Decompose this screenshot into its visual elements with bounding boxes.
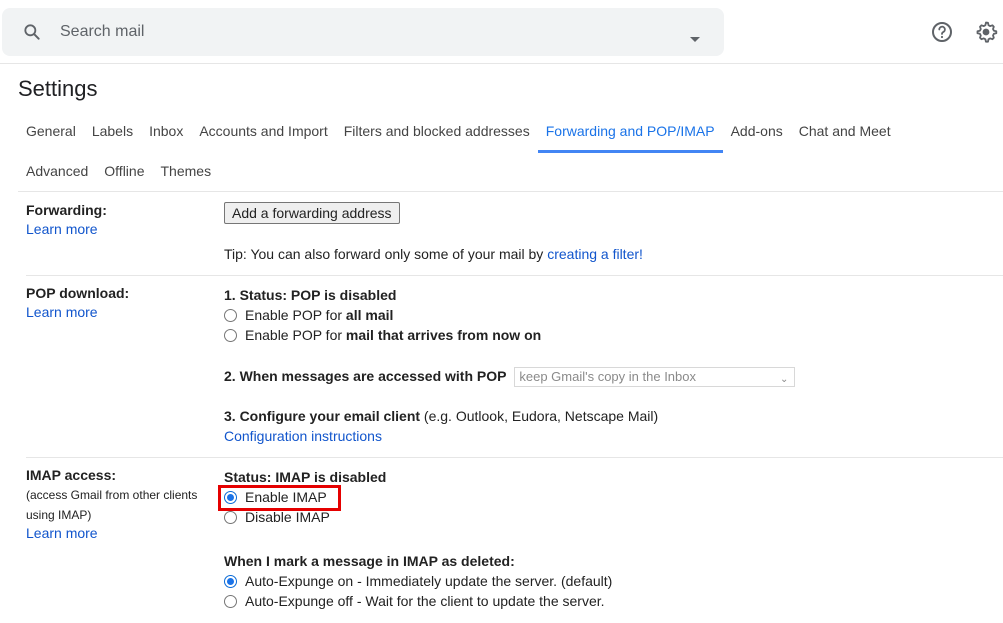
- tab-add-ons[interactable]: Add-ons: [723, 111, 791, 151]
- section-divider: [26, 275, 1003, 276]
- pop-when-accessed-row: 2. When messages are accessed with POP k…: [224, 366, 984, 388]
- pop-option1-bold: all mail: [345, 307, 394, 323]
- tab-accounts-and-import[interactable]: Accounts and Import: [191, 111, 335, 151]
- pop-when-accessed-label: 2. When messages are accessed with POP: [224, 368, 507, 384]
- pop-from-now-option[interactable]: Enable POP for mail that arrives from no…: [224, 325, 984, 345]
- imap-access-label: IMAP access:: [26, 467, 117, 483]
- pop-configure-row: 3. Configure your email client (e.g. Out…: [224, 406, 984, 426]
- search-options-caret-icon[interactable]: [690, 37, 700, 42]
- imap-access-description: (access Gmail from other clients using I…: [26, 488, 198, 522]
- search-icon[interactable]: [22, 22, 42, 42]
- add-forwarding-address-button[interactable]: Add a forwarding address: [224, 202, 400, 224]
- enable-imap-label: Enable IMAP: [245, 489, 327, 505]
- pop-option2-text: Enable POP for: [245, 327, 343, 343]
- auto-expunge-off-radio[interactable]: [224, 594, 237, 608]
- tab-offline[interactable]: Offline: [96, 151, 152, 191]
- tip-text: Tip: You can also forward only some of y…: [224, 246, 548, 262]
- help-icon[interactable]: [930, 20, 954, 44]
- auto-expunge-off-label: Auto-Expunge off - Wait for the client t…: [245, 593, 605, 609]
- search-input[interactable]: [60, 20, 660, 44]
- pop-configure-label: 3. Configure your email client: [224, 408, 421, 424]
- enable-imap-option[interactable]: Enable IMAP: [224, 487, 984, 507]
- tab-forwarding-and-pop-imap[interactable]: Forwarding and POP/IMAP: [537, 111, 723, 153]
- pop-action-select-value: keep Gmail's copy in the Inbox: [519, 369, 696, 385]
- pop-option1-text: Enable POP for: [245, 307, 343, 323]
- settings-tabs-row-1: General Labels Inbox Accounts and Import…: [18, 111, 899, 153]
- top-bar: [0, 0, 1003, 64]
- chevron-down-icon: ⌄: [779, 374, 789, 386]
- imap-deleted-heading: When I mark a message in IMAP as deleted…: [224, 553, 515, 569]
- pop-action-select[interactable]: keep Gmail's copy in the Inbox ⌄: [514, 367, 796, 388]
- page-title: Settings: [18, 76, 98, 101]
- disable-imap-option[interactable]: Disable IMAP: [224, 507, 984, 527]
- pop-from-now-radio[interactable]: [224, 328, 237, 342]
- imap-learn-more-link[interactable]: Learn more: [26, 525, 216, 541]
- auto-expunge-on-radio[interactable]: [224, 574, 237, 588]
- forwarding-tip: Tip: You can also forward only some of y…: [224, 244, 984, 264]
- tab-inbox[interactable]: Inbox: [141, 111, 191, 151]
- tab-chat-and-meet[interactable]: Chat and Meet: [791, 111, 899, 151]
- tab-filters-and-blocked-addresses[interactable]: Filters and blocked addresses: [336, 111, 538, 151]
- disable-imap-label: Disable IMAP: [245, 509, 330, 525]
- pop-learn-more-link[interactable]: Learn more: [26, 304, 216, 320]
- forwarding-label: Forwarding:: [26, 202, 107, 218]
- auto-expunge-on-option[interactable]: Auto-Expunge on - Immediately update the…: [224, 571, 984, 591]
- pop-option2-bold: mail that arrives from now on: [345, 327, 542, 343]
- disable-imap-radio[interactable]: [224, 510, 237, 524]
- section-divider: [26, 457, 1003, 458]
- tabs-divider: [18, 191, 1003, 192]
- settings-gear-icon[interactable]: [974, 20, 998, 44]
- auto-expunge-on-label: Auto-Expunge on - Immediately update the…: [245, 573, 613, 589]
- pop-all-mail-radio[interactable]: [224, 308, 237, 322]
- creating-filter-link[interactable]: creating a filter!: [547, 246, 643, 262]
- imap-status: Status: IMAP is disabled: [224, 469, 387, 485]
- configuration-instructions-link[interactable]: Configuration instructions: [224, 426, 984, 446]
- pop-all-mail-option[interactable]: Enable POP for all mail: [224, 305, 984, 325]
- tab-advanced[interactable]: Advanced: [18, 151, 96, 191]
- forwarding-learn-more-link[interactable]: Learn more: [26, 221, 216, 237]
- pop-status: 1. Status: POP is disabled: [224, 287, 397, 303]
- enable-imap-radio[interactable]: [224, 490, 237, 504]
- settings-tabs-row-2: Advanced Offline Themes: [18, 151, 219, 191]
- tab-general[interactable]: General: [18, 111, 84, 151]
- tab-themes[interactable]: Themes: [153, 151, 220, 191]
- pop-download-label: POP download:: [26, 285, 130, 301]
- auto-expunge-off-option[interactable]: Auto-Expunge off - Wait for the client t…: [224, 591, 984, 611]
- pop-configure-examples: (e.g. Outlook, Eudora, Netscape Mail): [420, 408, 659, 424]
- search-bar[interactable]: [2, 8, 724, 56]
- tab-labels[interactable]: Labels: [84, 111, 141, 151]
